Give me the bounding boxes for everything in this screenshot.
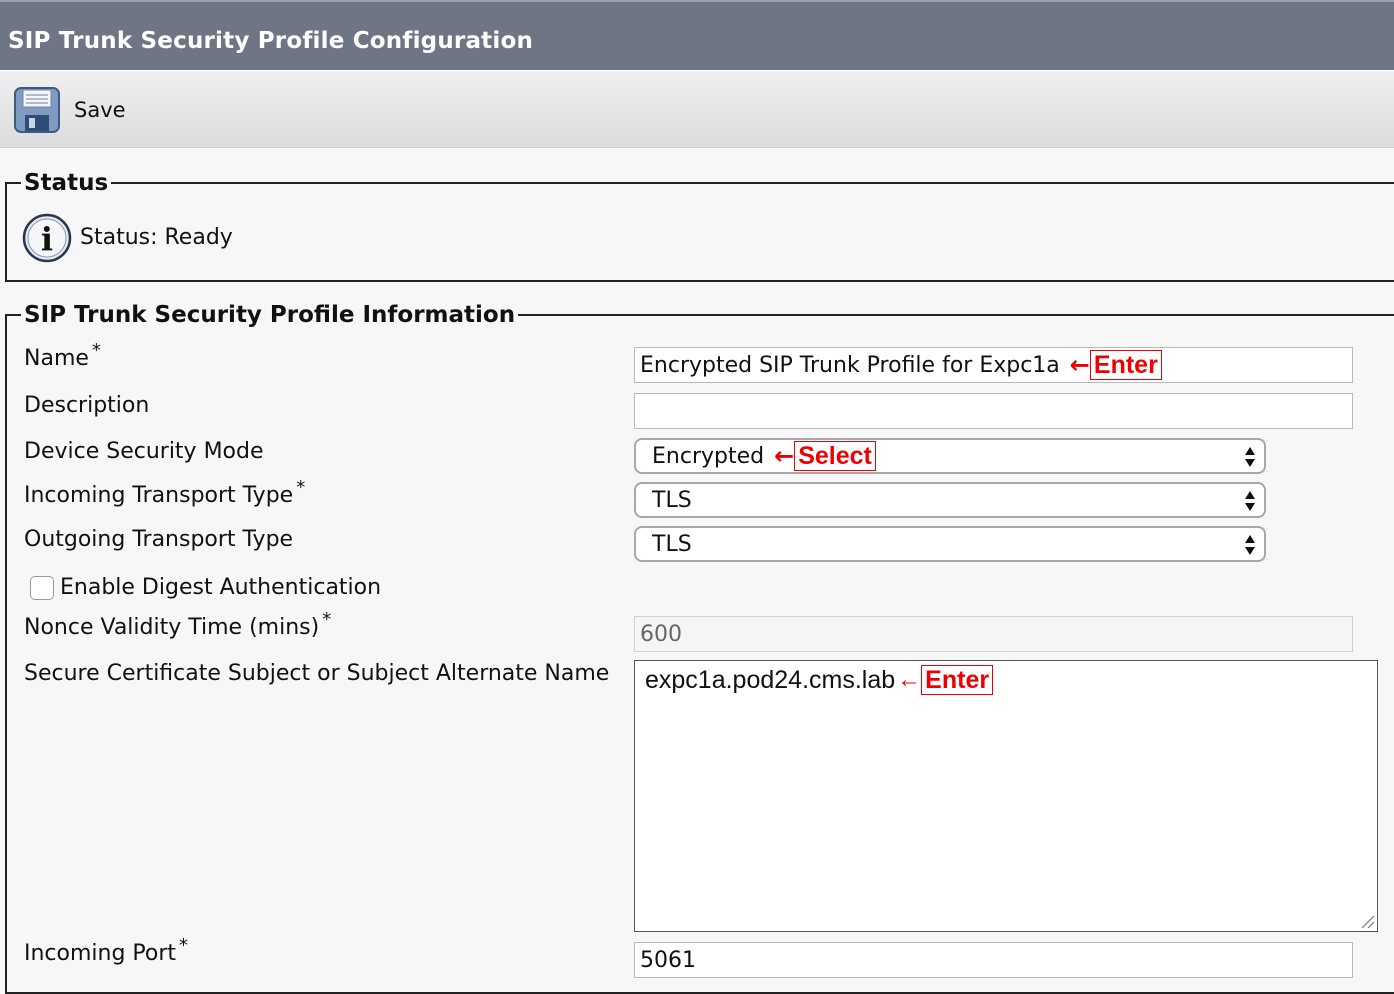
secure-cert-value: expc1a.pod24.cms.lab xyxy=(645,665,896,694)
annotation-enter-cert: Enter xyxy=(921,665,994,695)
page-title: SIP Trunk Security Profile Configuration xyxy=(8,28,534,54)
svg-text:i: i xyxy=(41,220,53,258)
annotation-arrow: ← xyxy=(774,442,795,470)
name-label: Name * xyxy=(24,340,101,371)
save-button[interactable]: Save xyxy=(14,87,126,133)
toolbar: Save xyxy=(0,70,1394,148)
required-marker: * xyxy=(179,935,189,956)
secure-cert-label: Secure Certificate Subject or Subject Al… xyxy=(24,661,610,686)
outgoing-transport-select[interactable]: TLS xyxy=(634,526,1266,562)
description-input[interactable] xyxy=(634,393,1353,429)
annotation-arrow: ← xyxy=(1069,351,1090,379)
floppy-disk-icon xyxy=(14,87,60,133)
save-label: Save xyxy=(74,98,126,122)
page-header: SIP Trunk Security Profile Configuration xyxy=(0,0,1394,70)
description-label: Description xyxy=(24,393,150,418)
name-value: Encrypted SIP Trunk Profile for Expc1a xyxy=(640,352,1060,378)
select-arrows-icon xyxy=(1245,535,1255,555)
nonce-validity-input[interactable]: 600 xyxy=(634,616,1353,652)
info-icon: i xyxy=(22,213,72,263)
incoming-transport-label: Incoming Transport Type * xyxy=(24,477,306,508)
required-marker: * xyxy=(296,477,306,498)
incoming-transport-select[interactable]: TLS xyxy=(634,482,1266,518)
outgoing-transport-label: Outgoing Transport Type xyxy=(24,527,294,552)
name-input[interactable]: Encrypted SIP Trunk Profile for Expc1a ←… xyxy=(634,347,1353,383)
nonce-validity-label: Nonce Validity Time (mins) * xyxy=(24,609,332,640)
annotation-enter-name: Enter xyxy=(1089,350,1162,380)
secure-cert-textarea[interactable]: expc1a.pod24.cms.lab ← Enter xyxy=(634,660,1378,932)
incoming-port-input[interactable]: 5061 xyxy=(634,942,1353,978)
select-arrows-icon xyxy=(1245,447,1255,467)
select-arrows-icon xyxy=(1245,491,1255,511)
status-legend: Status xyxy=(24,170,109,196)
profile-info-legend: SIP Trunk Security Profile Information xyxy=(24,302,516,328)
resize-handle-icon[interactable] xyxy=(1359,913,1375,929)
incoming-port-label: Incoming Port * xyxy=(24,935,189,966)
required-marker: * xyxy=(91,340,101,361)
digest-auth-checkbox[interactable] xyxy=(30,576,54,600)
device-security-mode-label: Device Security Mode xyxy=(24,439,264,464)
annotation-select-mode: Select xyxy=(794,441,876,471)
annotation-arrow: ← xyxy=(897,666,922,693)
device-security-mode-select[interactable]: Encrypted ← Select xyxy=(634,438,1266,474)
status-text: Status: Ready xyxy=(80,225,233,250)
digest-auth-label: Enable Digest Authentication xyxy=(60,575,382,600)
required-marker: * xyxy=(322,609,332,630)
